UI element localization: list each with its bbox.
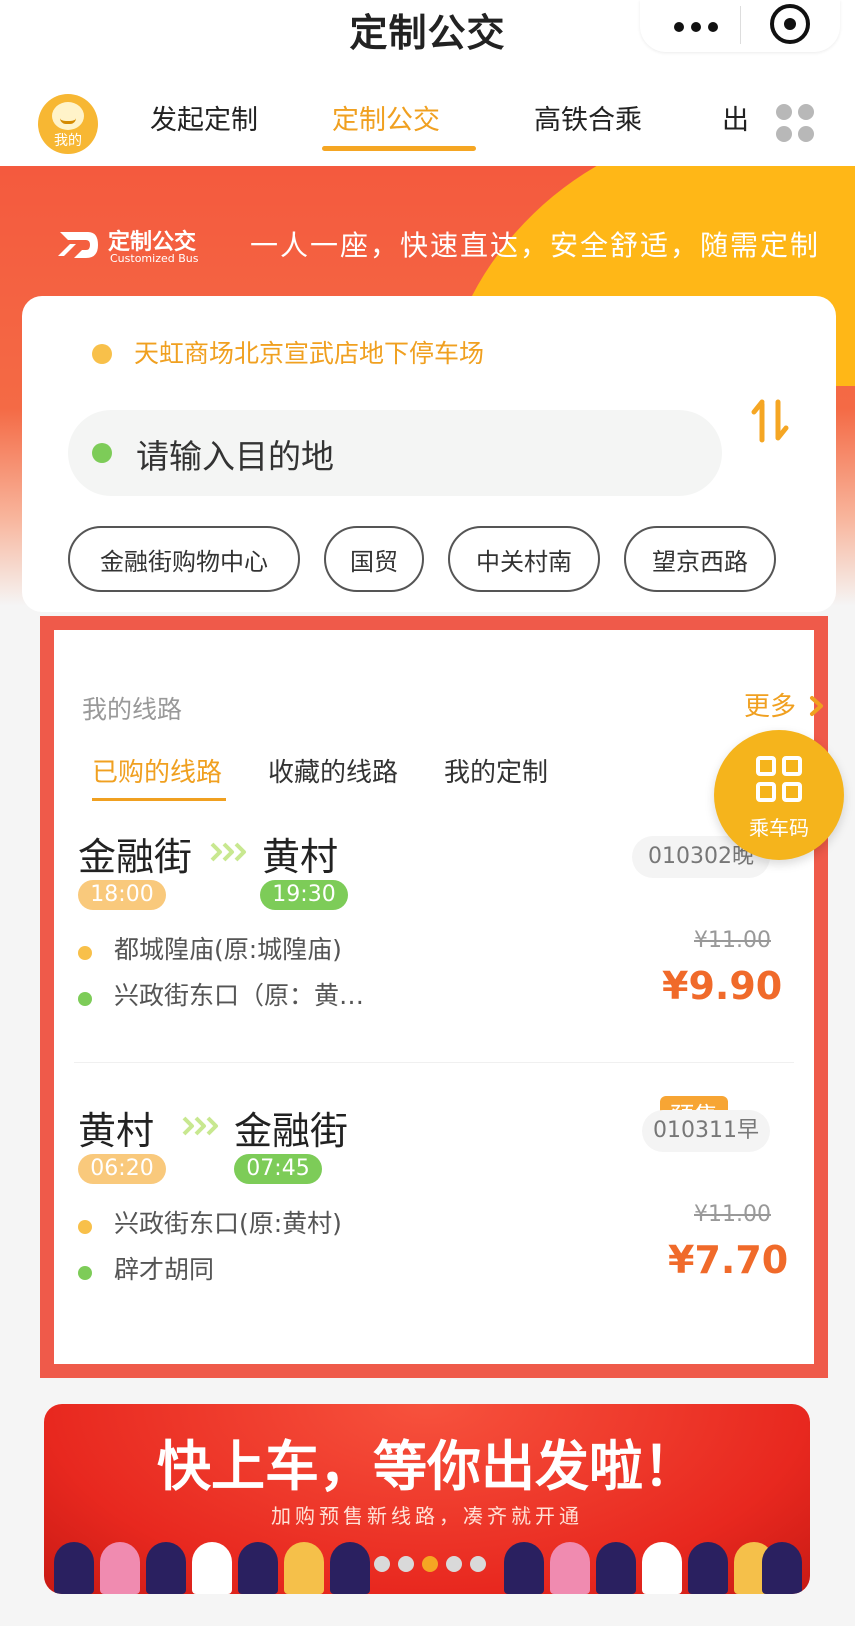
board-stop: 都城隍庙(原:城隍庙) <box>114 935 342 964</box>
current-price: ¥7.70 <box>668 1238 789 1282</box>
avatar-label: 我的 <box>54 133 82 149</box>
board-stop: 兴政街东口(原:黄村) <box>114 1209 342 1238</box>
chevron-right-icon <box>810 696 824 716</box>
title-bar: 定制公交 <box>0 0 855 78</box>
route-code-badge: 010311早 <box>642 1110 770 1152</box>
departure-time: 18:00 <box>78 880 166 910</box>
tab-custom-bus[interactable]: 定制公交 <box>332 98 440 137</box>
promo-title: 快上车，等你出发啦！ <box>157 1435 697 1498</box>
route-destination[interactable]: 黄村 <box>262 826 338 881</box>
alight-stop-dot-icon <box>78 1266 92 1280</box>
boarding-code-label: 乘车码 <box>749 816 809 840</box>
tab-more-truncated[interactable]: 出 <box>722 98 749 137</box>
original-price: ¥11.00 <box>694 928 771 953</box>
alight-stop: 辟才胡同 <box>114 1255 215 1284</box>
board-stop-dot-icon <box>78 1220 92 1234</box>
apps-grid-icon[interactable] <box>776 104 816 144</box>
quick-destination-chip[interactable]: 国贸 <box>324 526 424 592</box>
departure-time: 06:20 <box>78 1154 166 1184</box>
direction-arrow-icon <box>210 842 246 862</box>
brand-logo: 定制公交 Customized Bus <box>56 222 216 272</box>
route-origin[interactable]: 黄村 <box>78 1100 154 1155</box>
logo-text-en: Customized Bus <box>110 252 199 265</box>
current-price: ¥9.90 <box>662 964 783 1008</box>
tab-initiate-custom[interactable]: 发起定制 <box>150 98 258 137</box>
boarding-code-button[interactable]: 乘车码 <box>714 730 844 860</box>
alight-stop-dot-icon <box>78 992 92 1006</box>
promo-banner[interactable]: 快上车，等你出发啦！ 加购预售新线路，凑齐就开通 <box>44 1404 810 1594</box>
mini-program-capsule <box>640 0 840 52</box>
quick-destination-chip[interactable]: 望京西路 <box>624 526 776 592</box>
quick-destination-chip[interactable]: 中关村南 <box>448 526 600 592</box>
capsule-divider <box>740 6 741 44</box>
arrival-time: 07:45 <box>234 1154 322 1184</box>
bus-logo-icon <box>58 232 98 258</box>
tab-my-customizations[interactable]: 我的定制 <box>444 752 548 789</box>
avatar[interactable]: 我的 <box>38 94 98 154</box>
my-routes-heading: 我的线路 <box>82 695 183 724</box>
more-menu-icon[interactable] <box>674 22 718 32</box>
route-origin[interactable]: 金融街 <box>78 826 192 881</box>
origin-dot-icon <box>92 344 112 364</box>
quick-destination-chip[interactable]: 金融街购物中心 <box>68 526 300 592</box>
origin-field[interactable]: 天虹商场北京宣武店地下停车场 <box>134 334 484 370</box>
tab-saved-routes[interactable]: 收藏的线路 <box>268 752 398 789</box>
alight-stop: 兴政街东口（原：黄… <box>114 981 365 1010</box>
close-program-icon[interactable] <box>770 4 810 44</box>
carousel-pagination[interactable] <box>374 1556 486 1572</box>
destination-input[interactable]: 请输入目的地 <box>68 410 722 496</box>
hero-slogan: 一人一座，快速直达，安全舒适，随需定制 <box>250 229 821 262</box>
more-link-label: 更多 <box>744 692 797 722</box>
arrival-time: 19:30 <box>260 880 348 910</box>
active-subtab-indicator <box>92 798 226 801</box>
avatar-face-icon <box>52 102 84 130</box>
direction-arrow-icon <box>182 1116 218 1136</box>
my-routes-panel: 我的线路 更多 已购的线路 收藏的线路 我的定制 金融街 黄村 18:00 19… <box>40 616 828 1378</box>
swap-icon[interactable] <box>750 398 794 444</box>
route-divider <box>74 1062 794 1063</box>
destination-placeholder: 请输入目的地 <box>136 437 334 476</box>
qr-code-icon <box>756 756 804 804</box>
route-search-card: 天虹商场北京宣武店地下停车场 请输入目的地 金融街购物中心 国贸 中关村南 望京… <box>22 296 836 612</box>
top-nav: 我的 发起定制 定制公交 高铁合乘 出 <box>0 78 855 166</box>
tab-hsr-carpool[interactable]: 高铁合乘 <box>534 98 642 137</box>
original-price: ¥11.00 <box>694 1202 771 1227</box>
promo-subtitle: 加购预售新线路，凑齐就开通 <box>271 1504 583 1528</box>
tab-purchased-routes[interactable]: 已购的线路 <box>92 752 222 789</box>
board-stop-dot-icon <box>78 946 92 960</box>
destination-dot-icon <box>92 443 112 463</box>
route-destination[interactable]: 金融街 <box>234 1100 348 1155</box>
active-tab-indicator <box>322 146 476 151</box>
more-routes-link[interactable]: 更多 <box>744 686 826 723</box>
